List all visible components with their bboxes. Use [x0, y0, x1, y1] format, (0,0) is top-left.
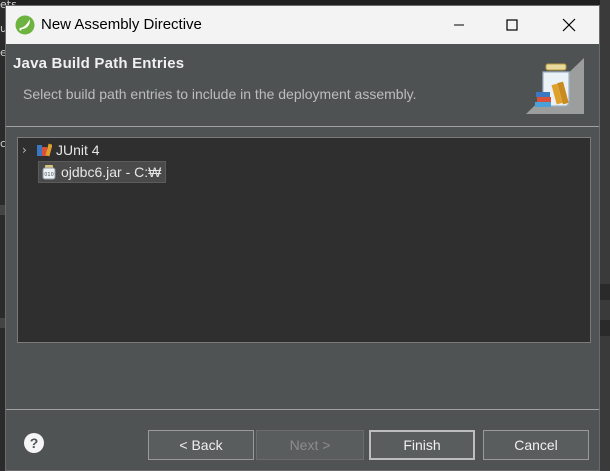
back-button[interactable]: < Back: [148, 430, 254, 460]
finish-button[interactable]: Finish: [369, 430, 475, 460]
background-bar: [600, 320, 610, 336]
tree-item-junit4[interactable]: › JUnit 4: [18, 139, 100, 161]
minimize-icon: [453, 24, 464, 26]
maximize-button[interactable]: [489, 6, 534, 44]
background-bar: [600, 284, 610, 300]
close-button[interactable]: [546, 6, 591, 44]
page-title: Java Build Path Entries: [13, 55, 185, 72]
help-icon[interactable]: ?: [24, 433, 44, 453]
chevron-right-icon[interactable]: ›: [22, 143, 36, 157]
cancel-button[interactable]: Cancel: [483, 430, 589, 460]
background-app-right: [600, 0, 610, 471]
jar-icon: 010: [42, 165, 56, 180]
jar-wizard-icon: [526, 58, 584, 114]
build-path-entries-tree[interactable]: › JUnit 4 010 ojdbc6.jar - C:₩: [17, 137, 591, 343]
maximize-icon: [505, 19, 518, 31]
svg-text:010: 010: [44, 172, 54, 178]
next-button[interactable]: Next >: [256, 430, 364, 460]
minimize-button[interactable]: [436, 6, 481, 44]
library-icon: [37, 143, 52, 157]
tree-item-label: JUnit 4: [56, 142, 100, 158]
tree-item-label: ojdbc6.jar - C:₩: [61, 164, 162, 180]
title-bar[interactable]: New Assembly Directive: [6, 6, 599, 44]
header-separator: [6, 126, 599, 127]
new-assembly-directive-dialog: New Assembly Directive Java Build Path E…: [5, 5, 600, 471]
footer-separator: [6, 409, 599, 410]
page-description: Select build path entries to include in …: [23, 86, 417, 102]
wizard-header: Java Build Path Entries Select build pat…: [6, 44, 599, 126]
tree-item-ojdbc6-jar[interactable]: 010 ojdbc6.jar - C:₩: [38, 161, 167, 183]
spring-icon: [15, 15, 35, 35]
close-icon: [562, 18, 575, 32]
dialog-title: New Assembly Directive: [41, 16, 202, 33]
